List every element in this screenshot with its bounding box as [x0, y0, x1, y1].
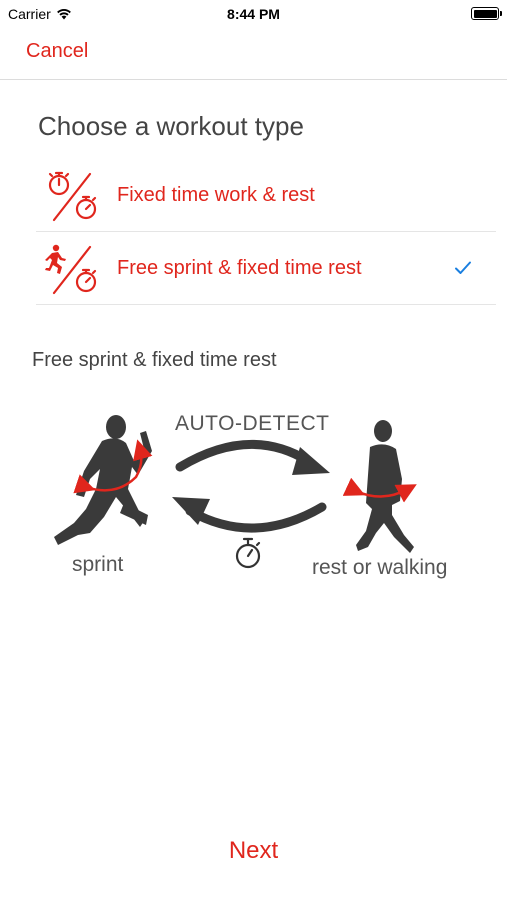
double-stopwatch-icon: [48, 171, 97, 222]
stopwatch-icon: [235, 537, 261, 569]
sprint-label: sprint: [72, 553, 124, 576]
next-button[interactable]: Next: [0, 837, 507, 865]
option-free-sprint[interactable]: Free sprint & fixed time rest: [36, 233, 496, 305]
auto-detect-label: AUTO-DETECT: [175, 412, 330, 435]
page-title: Choose a workout type: [38, 111, 304, 141]
rest-label: rest or walking: [312, 556, 448, 579]
cancel-button[interactable]: Cancel: [26, 40, 88, 63]
description-title: Free sprint & fixed time rest: [32, 349, 277, 371]
nav-bar: Cancel: [0, 28, 507, 80]
option-label: Fixed time work & rest: [117, 184, 315, 206]
walker-figure: [356, 420, 414, 553]
sprinter-stopwatch-icon: [45, 244, 97, 295]
status-time: 8:44 PM: [227, 6, 280, 22]
status-bar: Carrier 8:44 PM: [0, 0, 507, 28]
battery-icon: [471, 7, 502, 20]
return-arrow: [172, 497, 327, 533]
checkmark-icon: [455, 261, 471, 274]
auto-detect-arrow: [175, 440, 330, 475]
option-fixed-time[interactable]: Fixed time work & rest: [36, 160, 496, 232]
sprinter-figure: [54, 415, 152, 545]
option-label: Free sprint & fixed time rest: [117, 257, 362, 279]
